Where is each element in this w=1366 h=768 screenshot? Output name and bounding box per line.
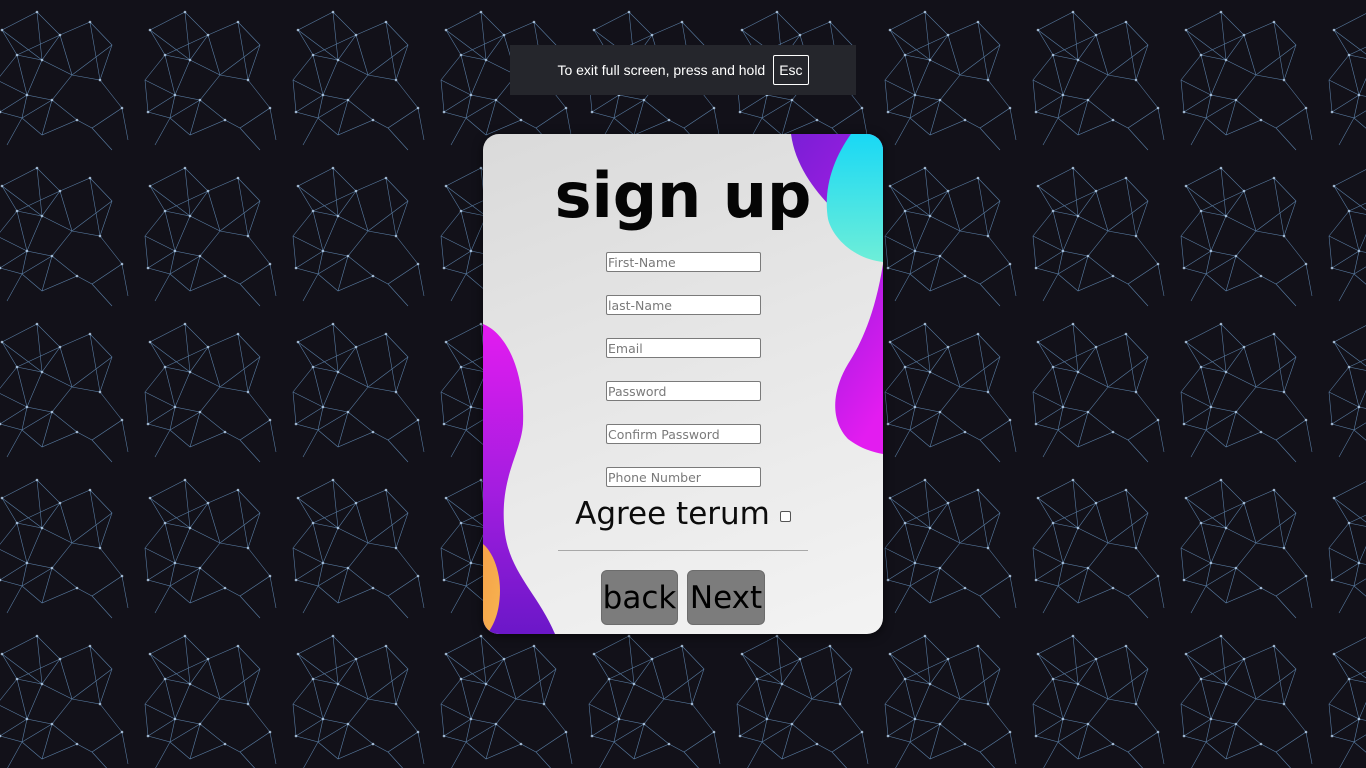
next-button[interactable]: Next bbox=[687, 570, 765, 625]
agree-terms-row: Agree terum bbox=[483, 492, 883, 536]
last-name-input[interactable] bbox=[606, 295, 761, 315]
page-title: sign up bbox=[554, 159, 812, 232]
agree-terms-label: Agree terum bbox=[575, 496, 770, 532]
email-input[interactable] bbox=[606, 338, 761, 358]
back-button[interactable]: back bbox=[601, 570, 678, 625]
esc-key-hint: Esc bbox=[773, 55, 809, 85]
fullscreen-notice-text: To exit full screen, press and hold bbox=[557, 62, 766, 78]
password-input[interactable] bbox=[606, 381, 761, 401]
first-name-input[interactable] bbox=[606, 252, 761, 272]
fullscreen-exit-notice: To exit full screen, press and hold Esc bbox=[510, 45, 856, 95]
divider bbox=[558, 550, 808, 551]
phone-number-input[interactable] bbox=[606, 467, 761, 487]
agree-terms-checkbox[interactable] bbox=[779, 510, 791, 522]
confirm-password-input[interactable] bbox=[606, 424, 761, 444]
signup-card: sign up Agree terum back Next bbox=[483, 134, 883, 634]
